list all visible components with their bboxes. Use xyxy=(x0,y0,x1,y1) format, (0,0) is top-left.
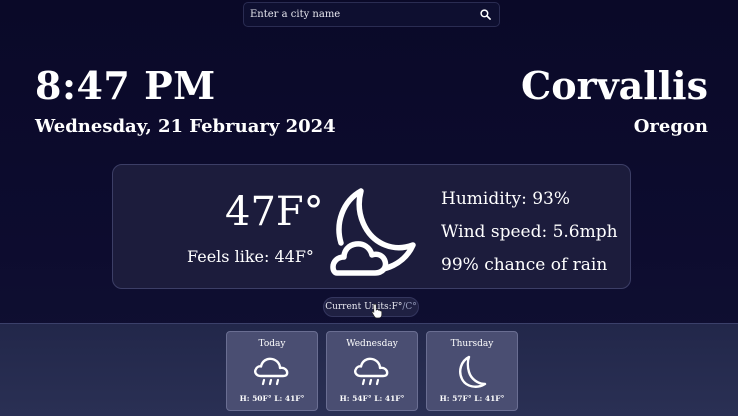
forecast-day: Today xyxy=(258,339,286,349)
forecast-card-wednesday[interactable]: Wednesday H: 54F° L: 41F° xyxy=(326,331,418,411)
current-weather-card: 47F° Feels like: 44F° Humidity: 93% Wind… xyxy=(112,164,631,289)
search-bar[interactable] xyxy=(243,2,500,27)
humidity: Humidity: 93% xyxy=(441,189,571,209)
moon-cloud-icon xyxy=(330,188,416,276)
weather-stats: Humidity: 93% Wind speed: 5.6mph 99% cha… xyxy=(441,183,618,282)
unit-celsius: C° xyxy=(405,302,417,312)
hand-pointer-icon xyxy=(371,303,383,319)
rain-cloud-icon xyxy=(254,357,289,386)
rain-cloud-icon xyxy=(354,357,389,386)
forecast-high-low: H: 50F° L: 41F° xyxy=(239,394,305,403)
region-name: Oregon xyxy=(633,116,708,137)
search-input[interactable] xyxy=(250,9,479,20)
forecast-strip: Today H: 50F° L: 41F° Wednesday H: 54F° … xyxy=(0,323,738,416)
forecast-card-thursday[interactable]: Thursday H: 57F° L: 41F° xyxy=(426,331,518,411)
forecast-card-today[interactable]: Today H: 50F° L: 41F° xyxy=(226,331,318,411)
wind-speed: Wind speed: 5.6mph xyxy=(441,222,618,242)
rain-chance: 99% chance of rain xyxy=(441,255,608,275)
feels-like: Feels like: 44F° xyxy=(187,247,314,266)
moon-icon xyxy=(459,355,487,388)
current-date: Wednesday, 21 February 2024 xyxy=(35,116,336,137)
forecast-day: Thursday xyxy=(450,339,494,349)
weather-app: 8:47 PM Wednesday, 21 February 2024 Corv… xyxy=(0,0,738,416)
forecast-high-low: H: 57F° L: 41F° xyxy=(439,394,505,403)
unit-fahrenheit: F° xyxy=(391,302,403,312)
forecast-high-low: H: 54F° L: 41F° xyxy=(339,394,405,403)
search-icon[interactable] xyxy=(479,9,491,21)
current-temperature: 47F° xyxy=(225,189,324,235)
city-name: Corvallis xyxy=(520,63,708,108)
current-time: 8:47 PM xyxy=(35,63,216,108)
forecast-day: Wednesday xyxy=(346,339,398,349)
